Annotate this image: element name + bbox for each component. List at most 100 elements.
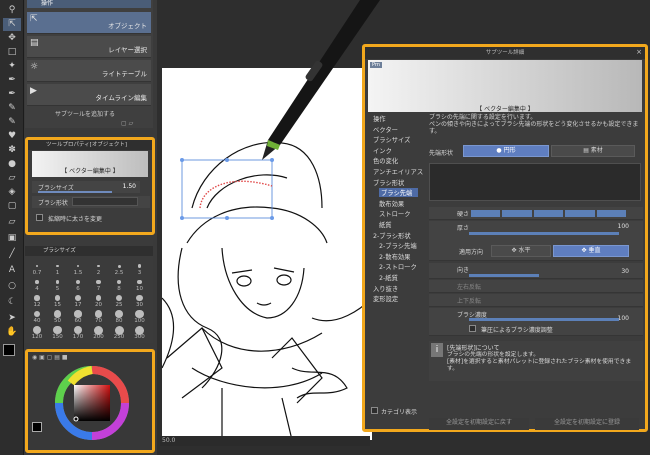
- category-item[interactable]: 2-ストローク: [379, 262, 417, 271]
- brush-size-preset[interactable]: 70: [89, 308, 109, 324]
- figure-icon[interactable]: ▱: [3, 216, 21, 229]
- category-item[interactable]: ベクター: [373, 125, 398, 134]
- subtool-header[interactable]: 操作: [27, 0, 151, 8]
- main-color-swatch[interactable]: [3, 344, 15, 356]
- brush-size-preset[interactable]: 5: [48, 276, 68, 292]
- pencil-icon[interactable]: ✎: [3, 102, 21, 115]
- category-item[interactable]: インク: [373, 146, 392, 155]
- brush-size-preset[interactable]: 80: [109, 308, 129, 324]
- category-item[interactable]: ブラシ先端: [379, 188, 419, 198]
- subtool-footer-icons[interactable]: ▢ ▱: [121, 120, 151, 128]
- brush-size-grid[interactable]: 0.7 1 1.5 2 2.5 3 4 5 6 7 8 10 12 15 17 20 25 30 40 50 60 70 8…: [27, 260, 151, 340]
- brush-size-preset[interactable]: 3: [130, 260, 150, 276]
- auto-select-icon[interactable]: ✦: [3, 60, 21, 73]
- vertical-button[interactable]: ✥ 垂直: [553, 245, 629, 257]
- brush-size-preset[interactable]: 2: [89, 260, 109, 276]
- gradient-icon[interactable]: ▢: [3, 200, 21, 213]
- frame-icon[interactable]: ▣: [3, 232, 21, 245]
- reset-all-button[interactable]: 全設定を初期設定に戻す: [429, 418, 529, 430]
- brush-size-preset[interactable]: 0.7: [27, 260, 47, 276]
- brush-size-preset[interactable]: 30: [130, 292, 150, 308]
- flip-vertical-row[interactable]: 上下反転: [429, 294, 643, 307]
- close-icon[interactable]: ×: [636, 48, 642, 56]
- brush-size-preset[interactable]: 50: [48, 308, 68, 324]
- category-item[interactable]: 2-紙質: [379, 273, 398, 282]
- brush-icon[interactable]: ✎: [3, 116, 21, 129]
- brush-size-preset[interactable]: 300: [130, 324, 150, 340]
- brush-density-value[interactable]: 100: [618, 315, 629, 322]
- operation-tool-icon[interactable]: ⇱: [3, 18, 21, 31]
- horizontal-button[interactable]: ✥ 水平: [491, 245, 551, 257]
- thickness-row[interactable]: 厚さ 100 適用方向 ✥ 水平 ✥ 垂直: [429, 221, 643, 261]
- brush-size-preset[interactable]: 250: [109, 324, 129, 340]
- category-item[interactable]: 2-散布効果: [379, 252, 410, 261]
- color-wheel[interactable]: [54, 365, 130, 441]
- pressure-density-checkbox[interactable]: [469, 325, 476, 332]
- brush-size-preset[interactable]: 10: [130, 276, 150, 292]
- brush-size-preset[interactable]: 6: [68, 276, 88, 292]
- category-item[interactable]: 2-ブラシ形状: [373, 231, 411, 240]
- text-icon[interactable]: A: [3, 264, 21, 277]
- brush-size-preset[interactable]: 17: [68, 292, 88, 308]
- brush-size-preset[interactable]: 40: [27, 308, 47, 324]
- category-item[interactable]: 操作: [373, 114, 386, 123]
- pointer-icon[interactable]: ➤: [3, 312, 21, 325]
- keep-thickness-row[interactable]: 拡縮時に太さを変更: [32, 212, 150, 224]
- brush-size-preset[interactable]: 25: [109, 292, 129, 308]
- brush-density-row[interactable]: ブラシ濃度 100 筆圧によるブラシ濃度調整: [429, 308, 643, 336]
- material-list[interactable]: [429, 163, 641, 201]
- brush-shape-row[interactable]: ブラシ形状: [32, 196, 150, 208]
- brush-size-preset[interactable]: 2.5: [109, 260, 129, 276]
- eyedropper-icon[interactable]: ✒: [3, 74, 21, 87]
- brush-shape-select[interactable]: [72, 197, 138, 206]
- category-item[interactable]: 散布効果: [379, 199, 404, 208]
- brush-density-bar[interactable]: [469, 318, 619, 321]
- brush-size-row[interactable]: ブラシサイズ 1.50: [32, 181, 140, 193]
- flip-horizontal-row[interactable]: 左右反転: [429, 280, 643, 293]
- category-item[interactable]: ブラシサイズ: [373, 135, 410, 144]
- category-item[interactable]: アンチエイリアス: [373, 167, 423, 176]
- brush-size-preset[interactable]: 1: [48, 260, 68, 276]
- category-item[interactable]: 変形設定: [373, 294, 398, 303]
- blend-icon[interactable]: ●: [3, 158, 21, 171]
- direction-row[interactable]: 向き 30: [429, 263, 643, 279]
- subtool-item-timeline[interactable]: ▶ タイムライン編集: [27, 84, 151, 106]
- category-item[interactable]: 2-ブラシ先端: [379, 241, 417, 250]
- brush-size-preset[interactable]: 12: [27, 292, 47, 308]
- brush-size-preset[interactable]: 20: [89, 292, 109, 308]
- tip-round-button[interactable]: ● 円形: [463, 145, 549, 157]
- hand-icon[interactable]: ✋: [3, 326, 21, 339]
- fill-icon[interactable]: ◈: [3, 186, 21, 199]
- thickness-bar[interactable]: [469, 232, 619, 235]
- brush-size-preset[interactable]: 170: [68, 324, 88, 340]
- move-icon[interactable]: ✥: [3, 32, 21, 45]
- keep-thickness-checkbox[interactable]: [36, 214, 43, 221]
- selection-icon[interactable]: □: [3, 46, 21, 59]
- pen-icon[interactable]: ✒: [3, 88, 21, 101]
- brush-size-preset[interactable]: 200: [89, 324, 109, 340]
- airbrush-icon[interactable]: ♥: [3, 130, 21, 143]
- color-main-swatch[interactable]: [32, 422, 42, 432]
- brush-size-value[interactable]: 1.50: [123, 183, 136, 190]
- brush-size-preset[interactable]: 4: [27, 276, 47, 292]
- correction-icon[interactable]: ☾: [3, 296, 21, 309]
- category-display-checkbox[interactable]: [371, 407, 378, 414]
- brush-size-preset[interactable]: 120: [27, 324, 47, 340]
- thickness-value[interactable]: 100: [618, 223, 629, 230]
- hardness-steps[interactable]: [471, 210, 627, 217]
- direction-bar[interactable]: [469, 274, 539, 277]
- brush-size-preset[interactable]: 60: [68, 308, 88, 324]
- decoration-icon[interactable]: ✽: [3, 144, 21, 157]
- category-item[interactable]: ストローク: [379, 209, 410, 218]
- brush-size-preset[interactable]: 7: [89, 276, 109, 292]
- category-item[interactable]: ブラシ形状: [373, 178, 404, 187]
- category-item[interactable]: 紙質: [379, 220, 392, 229]
- add-subtool-button[interactable]: サブツールを追加する: [55, 109, 115, 118]
- balloon-icon[interactable]: ○: [3, 280, 21, 293]
- brush-size-preset[interactable]: 1.5: [68, 260, 88, 276]
- register-all-button[interactable]: 全設定を初期設定に登録: [535, 418, 639, 430]
- category-item[interactable]: 色の変化: [373, 156, 398, 165]
- brush-size-preset[interactable]: 100: [130, 308, 150, 324]
- eraser-icon[interactable]: ▱: [3, 172, 21, 185]
- subtool-item-layer-select[interactable]: ▤ レイヤー選択: [27, 36, 151, 58]
